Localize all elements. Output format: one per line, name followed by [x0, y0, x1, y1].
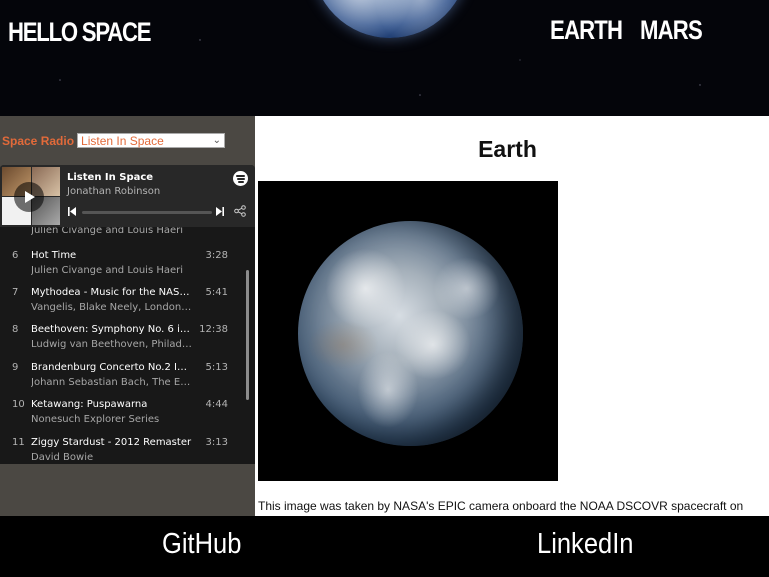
previous-icon[interactable] [68, 207, 76, 216]
space-radio-row: Space Radio Listen In Space ⌄ [2, 133, 226, 148]
next-icon[interactable] [216, 207, 224, 216]
radio-station-select[interactable]: Listen In Space ⌄ [77, 133, 226, 148]
player-title: Listen In Space [67, 172, 154, 183]
sidebar: Space Radio Listen In Space ⌄ Listen In … [0, 116, 255, 516]
track-duration: 5:41 [205, 287, 228, 298]
earth-globe [298, 221, 523, 446]
track-name: Beethoven: Symphony No. 6 in F ... [31, 324, 193, 335]
track-number: 9 [12, 362, 19, 373]
track-artist: Ludwig van Beethoven, Philadelp... [31, 339, 193, 350]
track-artist: Johann Sebastian Bach, The Engl... [31, 377, 193, 388]
track-duration: 12:38 [199, 324, 228, 335]
earth-image [258, 181, 558, 481]
track-name: Ziggy Stardust - 2012 Remaster [31, 437, 192, 448]
image-caption: This image was taken by NASA's EPIC came… [258, 499, 744, 513]
spotify-player: Listen In Space Jonathan Robinson Julien… [0, 165, 255, 464]
track-number: 10 [12, 399, 25, 410]
track-artist: Julien Civange and Louis Haeri [31, 227, 184, 236]
track-artist: Julien Civange and Louis Haeri [31, 265, 184, 276]
play-icon [25, 191, 35, 203]
track-number: 11 [12, 437, 25, 448]
tracklist-scrollbar[interactable] [246, 270, 249, 400]
player-artist: Jonathan Robinson [67, 186, 161, 197]
github-link[interactable]: GitHub [162, 528, 241, 561]
track-name: Hot Time [31, 250, 77, 261]
progress-bar[interactable] [82, 211, 212, 214]
track-name: Mythodea - Music for the NASA ... [31, 287, 193, 298]
linkedin-link[interactable]: LinkedIn [537, 528, 633, 561]
share-icon[interactable] [234, 205, 246, 217]
player-header: Listen In Space Jonathan Robinson [0, 165, 255, 227]
play-button[interactable] [14, 182, 44, 212]
spotify-icon[interactable] [233, 171, 248, 186]
track-row[interactable]: Julien Civange and Louis Haeri [0, 227, 245, 242]
track-number: 8 [12, 324, 19, 335]
nav-earth[interactable]: EARTH [550, 15, 623, 46]
track-artist: David Bowie [31, 452, 94, 463]
track-row[interactable]: 8 Beethoven: Symphony No. 6 in F ... Lud… [0, 319, 245, 356]
chevron-down-icon: ⌄ [212, 135, 222, 146]
track-name: Ketawang: Puspawarna [31, 399, 148, 410]
track-artist: Vangelis, Blake Neely, London M... [31, 302, 193, 313]
radio-station-selected: Listen In Space [81, 133, 164, 148]
space-radio-label: Space Radio [2, 133, 75, 148]
track-row[interactable]: 10 Ketawang: Puspawarna Nonesuch Explore… [0, 394, 245, 431]
track-artist: Nonesuch Explorer Series [31, 414, 160, 425]
track-row[interactable]: 9 Brandenburg Concerto No.2 In F ... Joh… [0, 357, 245, 394]
page-title: Earth [478, 136, 537, 162]
track-duration: 4:44 [205, 399, 228, 410]
track-row[interactable]: 6 Hot Time Julien Civange and Louis Haer… [0, 245, 245, 282]
track-row[interactable]: 7 Mythodea - Music for the NASA ... Vang… [0, 282, 245, 319]
site-logo[interactable]: HELLO SPACE [8, 17, 152, 48]
track-number: 7 [12, 287, 19, 298]
track-number: 6 [12, 250, 19, 261]
track-duration: 3:13 [205, 437, 228, 448]
track-name: Brandenburg Concerto No.2 In F ... [31, 362, 193, 373]
nav-mars[interactable]: MARS [640, 15, 703, 46]
track-duration: 5:13 [205, 362, 228, 373]
track-row[interactable]: 11 Ziggy Stardust - 2012 Remaster David … [0, 432, 245, 464]
site-footer: GitHub LinkedIn [0, 516, 769, 577]
site-header: HELLO SPACE EARTH MARS [0, 0, 769, 116]
track-duration: 3:28 [205, 250, 228, 261]
track-list: Julien Civange and Louis Haeri 6 Hot Tim… [0, 227, 255, 464]
